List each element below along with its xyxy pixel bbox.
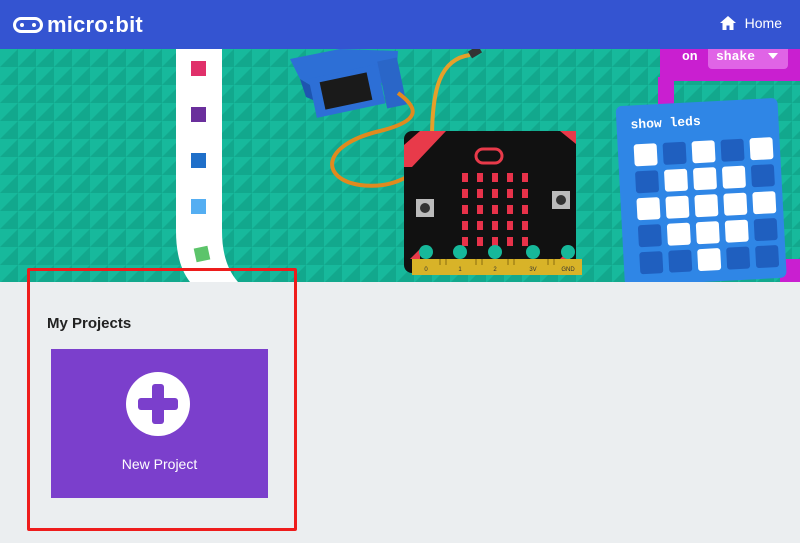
led-off — [750, 164, 775, 188]
led-off — [720, 138, 745, 162]
led-on — [665, 195, 690, 219]
led-off — [662, 141, 687, 165]
palette-color-5 — [193, 245, 211, 263]
event-shake-label: shake — [716, 49, 755, 64]
palette-color-2 — [191, 107, 206, 122]
led-off — [668, 249, 693, 273]
new-project-button[interactable]: New Project — [51, 349, 268, 498]
brand-name: micro:bit — [47, 12, 143, 37]
led-on — [724, 219, 749, 243]
section-title: My Projects — [47, 315, 132, 332]
microbit-logo-icon — [13, 17, 43, 33]
brand-logo[interactable]: micro:bit — [13, 11, 143, 39]
home-button[interactable]: Home — [719, 15, 782, 31]
new-project-label: New Project — [121, 456, 198, 472]
palette-color-1 — [191, 61, 206, 76]
led-off — [635, 170, 659, 194]
led-on — [691, 140, 716, 164]
led-on — [749, 137, 774, 161]
led-on — [722, 165, 746, 189]
home-icon — [719, 16, 736, 30]
led-on — [695, 221, 720, 245]
led-grid — [633, 137, 780, 275]
led-on — [664, 168, 688, 192]
led-on — [694, 194, 719, 218]
pin-label: 3V — [529, 267, 536, 273]
led-off — [639, 251, 664, 275]
palette-color-4 — [191, 199, 206, 214]
show-leds-block: show leds — [615, 98, 787, 282]
pin-label: GND — [561, 267, 575, 273]
led-on — [752, 191, 777, 215]
led-on — [633, 143, 658, 167]
led-on — [693, 167, 717, 191]
hero-banner: 0 1 2 3V GND on shake show leds — [0, 49, 800, 282]
led-off — [726, 246, 751, 270]
top-bar: micro:bit Home — [0, 0, 800, 49]
led-off — [755, 245, 780, 269]
led-on — [723, 192, 748, 216]
led-on — [636, 197, 661, 221]
home-label: Home — [744, 15, 782, 31]
led-off — [637, 224, 662, 248]
led-on — [666, 222, 691, 246]
plus-icon — [126, 372, 190, 436]
led-off — [753, 218, 778, 242]
microbit-board: 0 1 2 3V GND — [404, 131, 582, 275]
led-on — [697, 248, 722, 272]
palette-color-3 — [191, 153, 206, 168]
hero-illustration: 0 1 2 3V GND on shake show leds — [0, 49, 800, 282]
event-on-label: on — [682, 49, 698, 64]
